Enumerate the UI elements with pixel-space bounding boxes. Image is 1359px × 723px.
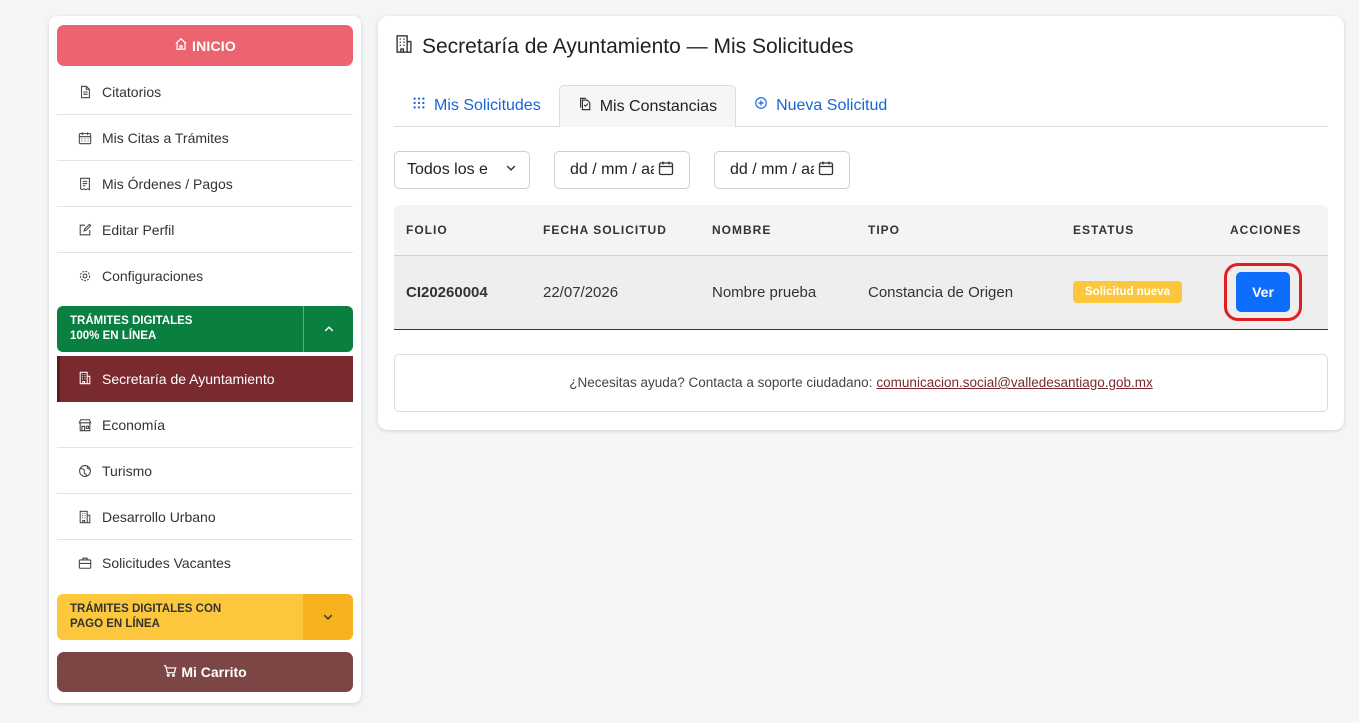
sidebar-item-ordenes[interactable]: Mis Órdenes / Pagos <box>57 161 353 207</box>
sidebar-item-label: Editar Perfil <box>102 221 175 238</box>
tramites-pago-group[interactable]: TRÁMITES DIGITALES CON PAGO EN LÍNEA <box>57 594 353 640</box>
chevron-down-icon[interactable] <box>303 594 353 640</box>
sidebar-menu: Citatorios Mis Citas a Trámites Mis Órde… <box>57 69 353 299</box>
group-label-line2: 100% EN LÍNEA <box>70 330 157 342</box>
tab-label: Nueva Solicitud <box>776 96 888 114</box>
ver-button[interactable]: Ver <box>1236 272 1290 312</box>
inicio-button[interactable]: INICIO <box>57 25 353 66</box>
main-card: Secretaría de Ayuntamiento — Mis Solicit… <box>378 16 1344 430</box>
group-label-line1: TRÁMITES DIGITALES CON <box>70 603 222 615</box>
chevron-down-icon <box>505 161 517 179</box>
group-label: TRÁMITES DIGITALES CON PAGO EN LÍNEA <box>57 594 303 640</box>
calendar-icon <box>78 131 92 145</box>
mi-carrito-button[interactable]: Mi Carrito <box>57 652 353 692</box>
tab-mis-solicitudes[interactable]: Mis Solicitudes <box>394 85 559 126</box>
sidebar-item-label: Desarrollo Urbano <box>102 508 216 525</box>
calendar-icon <box>818 160 834 181</box>
briefcase-icon <box>78 556 92 570</box>
sidebar-item-label: Mis Citas a Trámites <box>102 129 229 146</box>
sidebar-item-label: Economía <box>102 416 166 433</box>
building-icon <box>78 510 92 524</box>
table-header-row: FOLIO FECHA SOLICITUD NOMBRE TIPO ESTATU… <box>394 205 1328 256</box>
date-from-input[interactable]: dd / mm / aa <box>554 151 690 189</box>
globe-icon <box>78 464 92 478</box>
sidebar-item-label: Turismo <box>102 462 153 479</box>
sidebar-item-label: Citatorios <box>102 83 162 100</box>
filters-bar: Todos los e dd / mm / aa dd / mm / aa <box>394 151 1328 189</box>
column-header-acciones: ACCIONES <box>1218 205 1328 256</box>
solicitudes-table: FOLIO FECHA SOLICITUD NOMBRE TIPO ESTATU… <box>394 205 1328 330</box>
cell-nombre: Nombre prueba <box>700 255 856 330</box>
solicitudes-table-wrap: FOLIO FECHA SOLICITUD NOMBRE TIPO ESTATU… <box>394 205 1328 330</box>
edit-icon <box>78 223 92 237</box>
sidebar-item-solicitudes-vacantes[interactable]: Solicitudes Vacantes <box>57 540 353 586</box>
sidebar-item-label: Configuraciones <box>102 268 204 284</box>
group-label: TRÁMITES DIGITALES 100% EN LÍNEA <box>57 306 303 352</box>
column-header-fecha: FECHA SOLICITUD <box>531 205 700 256</box>
calendar-icon <box>658 160 674 181</box>
cell-folio: CI20260004 <box>394 255 531 330</box>
group-label-line2: PAGO EN LÍNEA <box>70 618 160 630</box>
cell-estatus: Solicitud nueva <box>1061 255 1218 330</box>
tab-label: Mis Constancias <box>599 97 718 115</box>
home-icon <box>174 37 188 54</box>
sidebar-item-economia[interactable]: Economía <box>57 402 353 448</box>
highlight-ring: Ver <box>1224 263 1302 321</box>
date-to-value: dd / mm / aa <box>730 161 814 178</box>
tramites-digitales-group[interactable]: TRÁMITES DIGITALES 100% EN LÍNEA <box>57 306 353 352</box>
sidebar-item-turismo[interactable]: Turismo <box>57 448 353 494</box>
building-icon <box>394 34 414 60</box>
table-row: CI20260004 22/07/2026 Nombre prueba Cons… <box>394 255 1328 330</box>
help-box: ¿Necesitas ayuda? Contacta a soporte ciu… <box>394 353 1328 412</box>
support-email-link[interactable]: comunicacion.social@valledesantiago.gob.… <box>876 375 1152 390</box>
sidebar-submenu: Economía Turismo Desarrollo Urbano Solic… <box>57 402 353 586</box>
status-badge: Solicitud nueva <box>1073 281 1182 303</box>
sidebar-item-desarrollo-urbano[interactable]: Desarrollo Urbano <box>57 494 353 540</box>
cell-fecha: 22/07/2026 <box>531 255 700 330</box>
file-text-icon <box>78 85 92 99</box>
sidebar-item-citas[interactable]: Mis Citas a Trámites <box>57 115 353 161</box>
tab-label: Mis Solicitudes <box>434 96 541 114</box>
sidebar-item-label: Solicitudes Vacantes <box>102 555 231 571</box>
column-header-estatus: ESTATUS <box>1061 205 1218 256</box>
receipt-icon <box>78 177 92 191</box>
column-header-tipo: TIPO <box>856 205 1061 256</box>
tab-nueva-solicitud[interactable]: Nueva Solicitud <box>736 85 905 126</box>
files-icon <box>578 97 592 116</box>
page-title-text: Secretaría de Ayuntamiento — Mis Solicit… <box>422 35 854 58</box>
tab-mis-constancias[interactable]: Mis Constancias <box>558 85 737 127</box>
building-icon <box>78 371 92 388</box>
column-header-nombre: NOMBRE <box>700 205 856 256</box>
sidebar-item-configuraciones[interactable]: Configuraciones <box>57 253 353 299</box>
inicio-label: INICIO <box>192 37 236 54</box>
date-from-value: dd / mm / aa <box>570 161 654 178</box>
cart-label: Mi Carrito <box>181 664 247 680</box>
cart-icon <box>163 664 177 681</box>
chevron-up-icon[interactable] <box>303 306 353 352</box>
grid-dots-icon <box>412 96 426 115</box>
page-title: Secretaría de Ayuntamiento — Mis Solicit… <box>394 33 1328 61</box>
plus-circle-icon <box>754 96 768 115</box>
sidebar-item-editar-perfil[interactable]: Editar Perfil <box>57 207 353 253</box>
store-icon <box>78 418 92 432</box>
sidebar-item-label: Secretaría de Ayuntamiento <box>102 371 275 387</box>
sidebar: INICIO Citatorios Mis Citas a Trámites M… <box>49 16 361 703</box>
status-filter-select[interactable]: Todos los e <box>394 151 530 189</box>
date-to-input[interactable]: dd / mm / aa <box>714 151 850 189</box>
help-text: ¿Necesitas ayuda? Contacta a soporte ciu… <box>569 375 873 390</box>
sidebar-item-secretaria-ayuntamiento[interactable]: Secretaría de Ayuntamiento <box>57 356 353 402</box>
cell-tipo: Constancia de Origen <box>856 255 1061 330</box>
column-header-folio: FOLIO <box>394 205 531 256</box>
gear-icon <box>78 269 92 283</box>
tabs: Mis Solicitudes Mis Constancias Nueva So… <box>394 85 1328 127</box>
status-filter-value: Todos los e <box>407 161 488 178</box>
sidebar-item-citatorios[interactable]: Citatorios <box>57 69 353 115</box>
group-label-line1: TRÁMITES DIGITALES <box>70 315 193 327</box>
sidebar-item-label: Mis Órdenes / Pagos <box>102 175 233 192</box>
cell-acciones: Ver <box>1218 255 1328 330</box>
